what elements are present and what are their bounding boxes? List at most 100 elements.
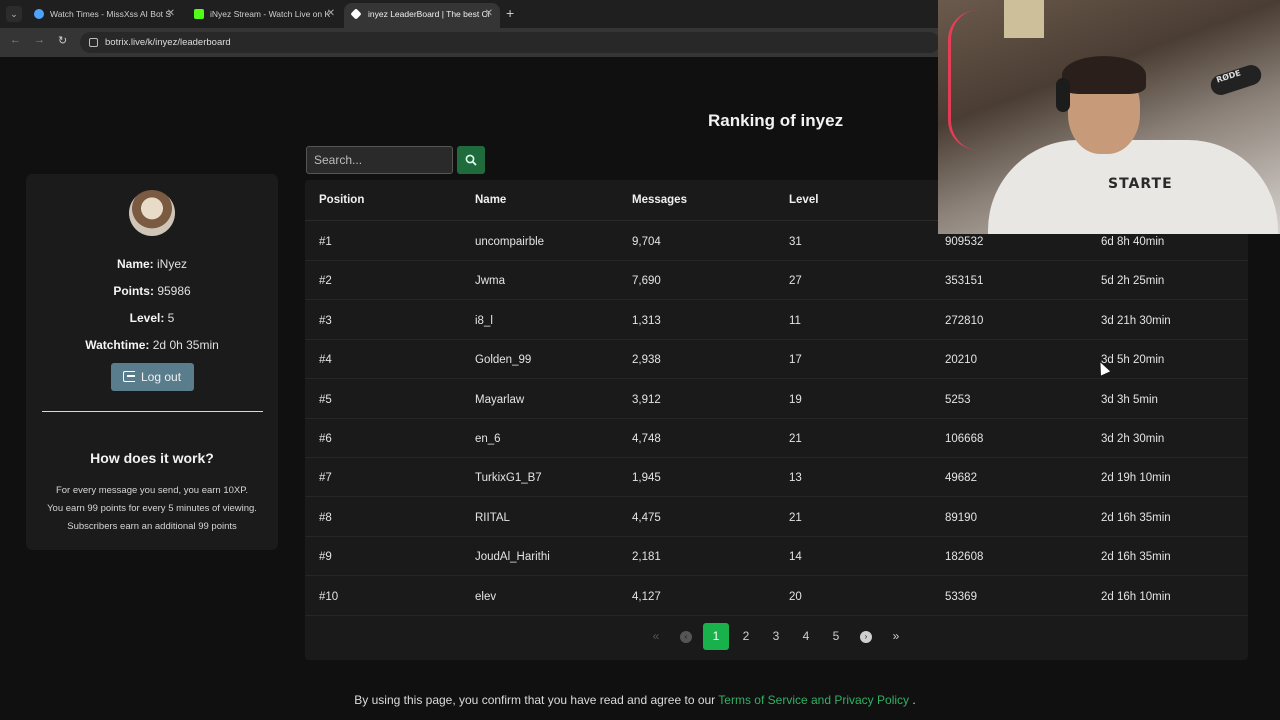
tab-leaderboard[interactable]: inyez LeaderBoard | The best Cl ✕ xyxy=(344,3,500,28)
footer-end: . xyxy=(909,693,916,707)
cell-position: #2 xyxy=(319,275,332,288)
cell-level: 14 xyxy=(789,551,802,564)
reload-icon[interactable]: ↻ xyxy=(58,34,67,47)
table-row: #10 elev 4,127 20 53369 2d 16h 10min xyxy=(305,577,1248,616)
table-row: #2 Jwma 7,690 27 353151 5d 2h 25min xyxy=(305,261,1248,301)
cell-messages: 2,938 xyxy=(632,354,661,367)
tab-title: inyez LeaderBoard | The best Cl xyxy=(368,9,490,19)
divider xyxy=(42,411,263,412)
tab-search-icon[interactable]: ⌄ xyxy=(6,6,22,22)
cell-watchtime: 2d 16h 35min xyxy=(1101,551,1171,564)
cell-position: #8 xyxy=(319,511,332,524)
table-row: #4 Golden_99 2,938 17 20210 3d 5h 20min xyxy=(305,340,1248,380)
first-page-button[interactable]: « xyxy=(643,623,669,650)
cell-watchtime: 2d 16h 35min xyxy=(1101,511,1171,524)
page-1-button[interactable]: 1 xyxy=(703,623,729,650)
cell-level: 27 xyxy=(789,275,802,288)
cell-points: 272810 xyxy=(945,314,984,327)
page-2-button[interactable]: 2 xyxy=(733,623,759,650)
cell-points: 909532 xyxy=(945,236,984,248)
url-field[interactable]: botrix.live/k/inyez/leaderboard xyxy=(80,32,940,53)
cell-name: JoudAl_Harithi xyxy=(475,551,550,564)
leaderboard-table: Position Name Messages Level #1 uncompair… xyxy=(305,180,1248,660)
cell-name: i8_l xyxy=(475,314,493,327)
close-icon[interactable]: ✕ xyxy=(485,3,493,25)
cell-watchtime: 3d 21h 30min xyxy=(1101,314,1171,327)
search-input[interactable] xyxy=(306,146,453,174)
cell-position: #7 xyxy=(319,472,332,485)
profile-points: Points: 95986 xyxy=(113,284,191,298)
cell-level: 19 xyxy=(789,393,802,406)
cell-messages: 2,181 xyxy=(632,551,661,564)
page-5-button[interactable]: 5 xyxy=(823,623,849,650)
close-icon[interactable]: ✕ xyxy=(167,3,175,25)
cell-messages: 3,912 xyxy=(632,393,661,406)
cell-level: 20 xyxy=(789,590,802,603)
cell-watchtime: 3d 5h 20min xyxy=(1101,354,1165,367)
tab-inyez-stream[interactable]: iNyez Stream - Watch Live on K ✕ xyxy=(186,3,342,28)
next-page-button[interactable]: › xyxy=(853,623,879,650)
table-row: #3 i8_l 1,313 11 272810 3d 21h 30min xyxy=(305,301,1248,340)
tab-watch-times[interactable]: Watch Times - MissXss AI Bot S ✕ xyxy=(26,3,182,28)
cell-messages: 1,945 xyxy=(632,472,661,485)
cell-points: 182608 xyxy=(945,551,984,564)
logout-label: Log out xyxy=(141,370,182,384)
page-3-button[interactable]: 3 xyxy=(763,623,789,650)
pagination: « ‹ 1 2 3 4 5 › » xyxy=(305,623,1248,651)
cell-messages: 4,748 xyxy=(632,433,661,445)
cell-points: 353151 xyxy=(945,275,984,288)
terms-link[interactable]: Terms of Service and Privacy Policy xyxy=(718,693,909,707)
search-button[interactable] xyxy=(457,146,485,174)
cell-watchtime: 2d 19h 10min xyxy=(1101,472,1171,485)
back-icon[interactable]: ← xyxy=(10,34,21,46)
cell-name: uncompairble xyxy=(475,236,545,248)
cell-name: TurkixG1_B7 xyxy=(475,472,542,485)
profile-level: Level: 5 xyxy=(129,311,175,325)
kick-icon xyxy=(194,9,204,19)
cell-name: elev xyxy=(475,590,497,603)
close-icon[interactable]: ✕ xyxy=(327,3,335,25)
header-name[interactable]: Name xyxy=(475,194,506,206)
table-row: #6 en_6 4,748 21 106668 3d 2h 30min xyxy=(305,419,1248,458)
cell-position: #9 xyxy=(319,551,332,564)
cell-messages: 9,704 xyxy=(632,236,661,248)
cell-points: 5253 xyxy=(945,393,971,406)
header-level[interactable]: Level xyxy=(789,194,818,206)
url-text: botrix.live/k/inyez/leaderboard xyxy=(105,37,231,48)
avatar xyxy=(129,190,175,236)
table-row: #8 RIITAL 4,475 21 89190 2d 16h 35min xyxy=(305,498,1248,537)
cell-level: 17 xyxy=(789,354,802,367)
cell-name: Jwma xyxy=(475,275,506,288)
cell-position: #4 xyxy=(319,354,332,367)
cell-watchtime: 5d 2h 25min xyxy=(1101,275,1165,288)
cell-level: 11 xyxy=(789,314,801,327)
profile-watchtime: Watchtime: 2d 0h 35min xyxy=(85,338,219,352)
neon-light xyxy=(948,10,988,150)
tab-title: Watch Times - MissXss AI Bot S xyxy=(50,9,172,19)
footer-text: By using this page, you confirm that you… xyxy=(354,693,719,707)
window-light xyxy=(1004,0,1044,38)
header-messages[interactable]: Messages xyxy=(632,194,687,206)
new-tab-icon[interactable]: + xyxy=(506,5,514,21)
site-info-icon[interactable] xyxy=(89,38,98,47)
how-line: For every message you send, you earn 10X… xyxy=(55,485,249,496)
how-it-works-title: How does it work? xyxy=(90,450,214,466)
streamer-hair xyxy=(1062,56,1146,94)
webcam-overlay: STARTE RØDE xyxy=(938,0,1280,234)
search-icon xyxy=(465,154,477,166)
logout-button[interactable]: Log out xyxy=(111,363,194,391)
table-row: #9 JoudAl_Harithi 2,181 14 182608 2d 16h 35mi… xyxy=(305,537,1248,577)
botrix-icon xyxy=(350,8,362,20)
page-4-button[interactable]: 4 xyxy=(793,623,819,650)
cell-name: RIITAL xyxy=(475,511,510,524)
cell-points: 89190 xyxy=(945,511,977,524)
cell-position: #3 xyxy=(319,314,332,327)
cell-watchtime: 2d 16h 10min xyxy=(1101,590,1171,603)
header-position[interactable]: Position xyxy=(319,194,364,206)
last-page-button[interactable]: » xyxy=(883,623,909,650)
prev-page-button[interactable]: ‹ xyxy=(673,623,699,650)
profile-name: Name: iNyez xyxy=(116,257,188,271)
cell-points: 53369 xyxy=(945,590,977,603)
hoodie-print: STARTE xyxy=(1108,176,1173,192)
forward-icon[interactable]: → xyxy=(34,34,45,46)
